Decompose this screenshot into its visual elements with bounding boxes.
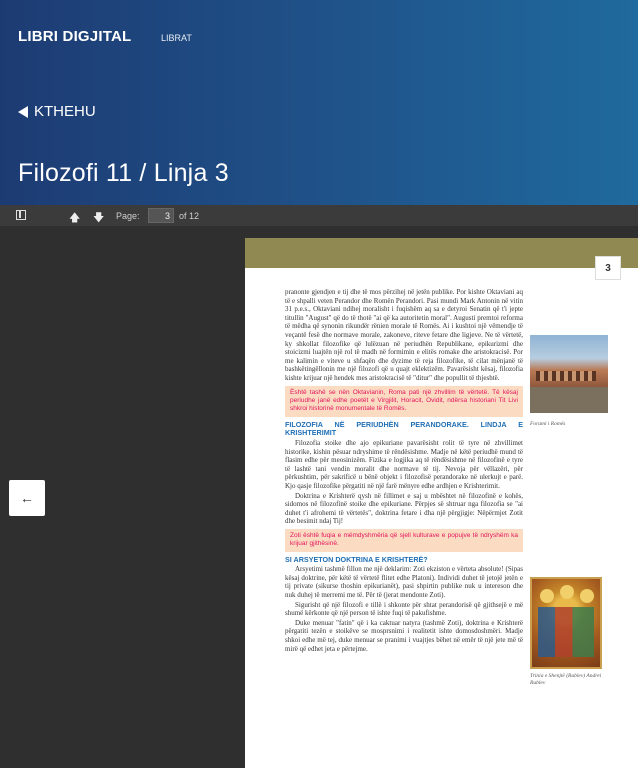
paragraph: Sigurisht që një filozofi e tillë i shko… bbox=[285, 600, 523, 618]
paragraph: pranonte gjendjen e tij dhe të mos përzi… bbox=[285, 288, 523, 382]
brand-logo[interactable]: LIBRI DIGJITAL bbox=[18, 28, 131, 45]
highlight-note: Është tashë se nën Oktavianin, Roma pati… bbox=[285, 385, 523, 417]
nav-librat-link[interactable]: LIBRAT bbox=[161, 33, 192, 43]
text-column: pranonte gjendjen e tij dhe të mos përzi… bbox=[285, 288, 523, 654]
page-header-band bbox=[245, 238, 638, 268]
document-viewer[interactable]: ← 3 pranonte gjendjen e tij dhe të mos p… bbox=[0, 226, 638, 768]
back-label: KTHEHU bbox=[34, 103, 96, 120]
section-heading: FILOZOFIA NË PERIUDHËN PERANDORAKE. LIND… bbox=[285, 419, 523, 438]
prev-page-button[interactable]: ← bbox=[9, 480, 45, 516]
header-banner: LIBRI DIGJITAL LIBRAT KTHEHU Filozofi 11… bbox=[0, 0, 638, 205]
image-caption: Forumi i Romës bbox=[530, 421, 566, 427]
left-arrow-icon: ← bbox=[20, 490, 34, 506]
roman-forum-image bbox=[530, 335, 608, 413]
paragraph: Duke menuar "fatin" që i ka caktuar naty… bbox=[285, 618, 523, 653]
page-label: Page: bbox=[116, 211, 140, 221]
page-number-badge: 3 bbox=[595, 256, 621, 280]
paragraph: Doktrina e Krishterë qysh në fillimet e … bbox=[285, 491, 523, 526]
highlight-note: Zoti është fuqia e mëmdyshmëria që sjell… bbox=[285, 528, 523, 552]
sidebar-toggle-icon[interactable] bbox=[16, 210, 26, 220]
pdf-toolbar: 🡅 🡇 Page: of 12 bbox=[0, 205, 638, 226]
document-page: 3 pranonte gjendjen e tij dhe të mos për… bbox=[245, 238, 638, 768]
image-caption: Trinia e Shenjtë (Rublev) Andrei Rublev bbox=[530, 673, 602, 686]
page-title: Filozofi 11 / Linja 3 bbox=[18, 159, 229, 187]
back-button[interactable]: KTHEHU bbox=[18, 103, 96, 120]
paragraph: Arsyetimi tashmë fillon me një deklarim:… bbox=[285, 565, 523, 600]
back-arrow-icon bbox=[18, 105, 28, 118]
section-heading: SI ARSYETON DOKTRINA E KRISHTERË? bbox=[285, 554, 428, 564]
page-number-input[interactable] bbox=[148, 208, 174, 223]
paragraph: Filozofia stoike dhe ajo epikuriane pava… bbox=[285, 438, 523, 490]
trinity-icon-image bbox=[530, 577, 602, 669]
page-total: of 12 bbox=[179, 211, 200, 221]
